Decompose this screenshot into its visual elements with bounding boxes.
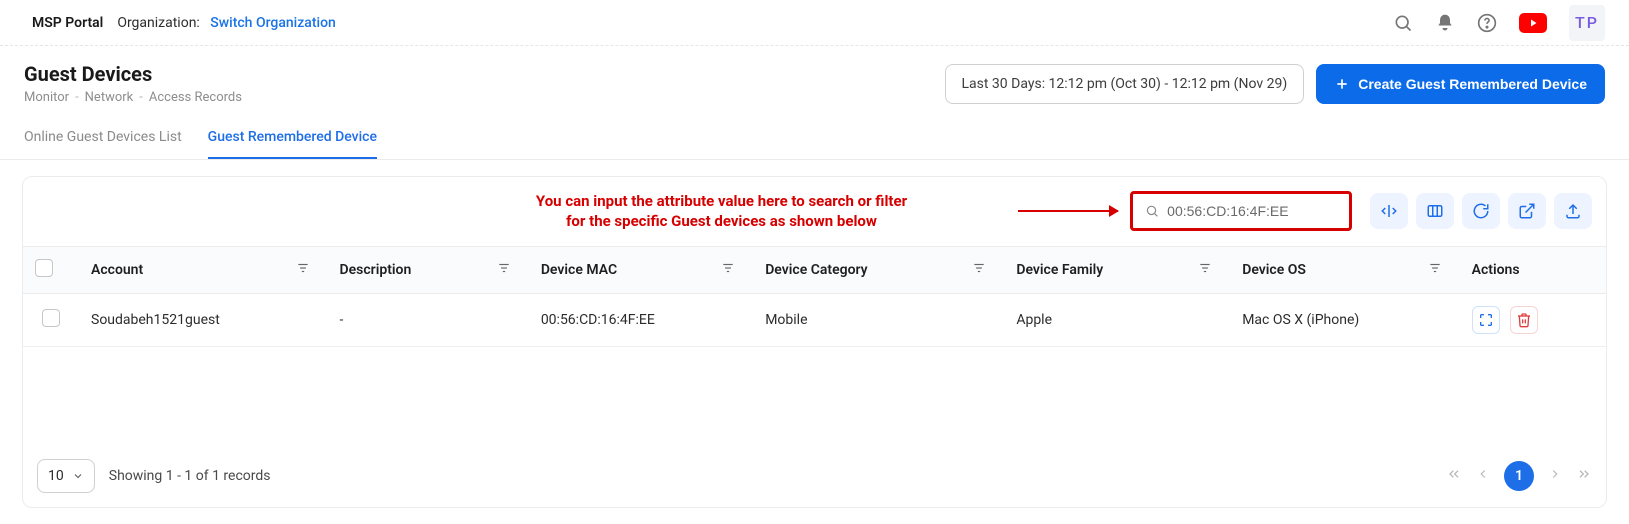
th-actions-label: Actions (1472, 262, 1520, 278)
filter-icon[interactable] (296, 261, 310, 279)
th-mac: Device MAC (529, 246, 753, 293)
fit-columns-button[interactable] (1370, 193, 1408, 229)
th-os-label: Device OS (1242, 262, 1306, 278)
th-select-all (23, 246, 79, 293)
cell-family: Apple (1004, 293, 1230, 346)
search-input[interactable] (1167, 203, 1337, 219)
cell-description: - (328, 293, 529, 346)
cell-os: Mac OS X (iPhone) (1230, 293, 1459, 346)
portal-name: MSP Portal (32, 15, 103, 31)
pager-current[interactable]: 1 (1504, 461, 1534, 491)
th-account: Account (79, 246, 328, 293)
columns-button[interactable] (1416, 193, 1454, 229)
footer-left: 10 Showing 1 - 1 of 1 records (37, 459, 271, 493)
crumb-sep: - (139, 90, 143, 105)
pager-prev[interactable] (1476, 467, 1490, 485)
select-all-checkbox[interactable] (35, 259, 53, 277)
filter-icon[interactable] (1428, 261, 1442, 279)
th-family: Device Family (1004, 246, 1230, 293)
upload-button[interactable] (1554, 193, 1592, 229)
filter-icon[interactable] (972, 261, 986, 279)
external-link-button[interactable] (1508, 193, 1546, 229)
org-label-wrap: Organization: Switch Organization (117, 15, 336, 31)
row-checkbox[interactable] (42, 309, 60, 327)
th-actions: Actions (1460, 246, 1606, 293)
crumb-sep: - (75, 90, 79, 105)
date-range-picker[interactable]: Last 30 Days: 12:12 pm (Oct 30) - 12:12 … (945, 64, 1305, 104)
pager-next[interactable] (1548, 467, 1562, 485)
tabs: Online Guest Devices List Guest Remember… (0, 119, 1629, 160)
search-box[interactable] (1130, 191, 1352, 231)
switch-organization-link[interactable]: Switch Organization (210, 15, 336, 31)
th-mac-label: Device MAC (541, 262, 617, 278)
topbar-right: TP (1393, 5, 1605, 41)
pager: 1 (1446, 461, 1592, 491)
cell-check (23, 293, 79, 346)
cell-actions (1460, 293, 1606, 346)
chevron-down-icon (72, 470, 84, 482)
th-description: Description (328, 246, 529, 293)
crumb-monitor[interactable]: Monitor (24, 90, 69, 105)
top-bar: MSP Portal Organization: Switch Organiza… (0, 0, 1629, 46)
page-size-value: 10 (48, 468, 64, 484)
create-button-label: Create Guest Remembered Device (1358, 76, 1587, 92)
crumb-access-records[interactable]: Access Records (149, 90, 242, 105)
refresh-button[interactable] (1462, 193, 1500, 229)
records-text: Showing 1 - 1 of 1 records (109, 468, 271, 484)
topbar-left: MSP Portal Organization: Switch Organiza… (32, 15, 336, 31)
delete-button[interactable] (1510, 306, 1538, 334)
annotation-row: You can input the attribute value here t… (23, 177, 1606, 246)
avatar[interactable]: TP (1569, 5, 1605, 41)
table-footer: 10 Showing 1 - 1 of 1 records 1 (23, 447, 1606, 493)
content-card: You can input the attribute value here t… (22, 176, 1607, 508)
filter-icon[interactable] (1198, 261, 1212, 279)
annotation-text: You can input the attribute value here t… (445, 191, 998, 232)
table-row: Soudabeh1521guest - 00:56:CD:16:4F:EE Mo… (23, 293, 1606, 346)
page-title-wrap: Guest Devices Monitor - Network - Access… (24, 62, 242, 105)
annotation-arrow (1018, 210, 1118, 212)
th-category-label: Device Category (765, 262, 867, 278)
details-button[interactable] (1472, 306, 1500, 334)
page-header: Guest Devices Monitor - Network - Access… (0, 46, 1629, 115)
page-title: Guest Devices (24, 62, 242, 86)
devices-table: Account Description Device MAC (23, 246, 1606, 347)
cell-category: Mobile (753, 293, 1004, 346)
pager-first[interactable] (1446, 466, 1462, 486)
org-label: Organization: (117, 15, 200, 31)
cell-mac: 00:56:CD:16:4F:EE (529, 293, 753, 346)
youtube-icon[interactable] (1519, 13, 1547, 33)
page-size-select[interactable]: 10 (37, 459, 95, 493)
bell-icon[interactable] (1435, 13, 1455, 33)
th-os: Device OS (1230, 246, 1459, 293)
search-input-icon (1145, 203, 1159, 219)
th-account-label: Account (91, 262, 143, 278)
th-family-label: Device Family (1016, 262, 1103, 278)
tab-guest-remembered-device[interactable]: Guest Remembered Device (208, 119, 377, 159)
filter-icon[interactable] (497, 261, 511, 279)
create-guest-device-button[interactable]: Create Guest Remembered Device (1316, 64, 1605, 104)
search-icon[interactable] (1393, 13, 1413, 33)
crumb-network[interactable]: Network (85, 90, 134, 105)
help-icon[interactable] (1477, 13, 1497, 33)
page-header-right: Last 30 Days: 12:12 pm (Oct 30) - 12:12 … (945, 64, 1606, 104)
table-toolbar (1370, 193, 1592, 229)
cell-account: Soudabeh1521guest (79, 293, 328, 346)
th-description-label: Description (340, 262, 412, 278)
breadcrumb: Monitor - Network - Access Records (24, 90, 242, 105)
filter-icon[interactable] (721, 261, 735, 279)
tab-online-guest-devices[interactable]: Online Guest Devices List (24, 119, 182, 159)
pager-last[interactable] (1576, 466, 1592, 486)
th-category: Device Category (753, 246, 1004, 293)
